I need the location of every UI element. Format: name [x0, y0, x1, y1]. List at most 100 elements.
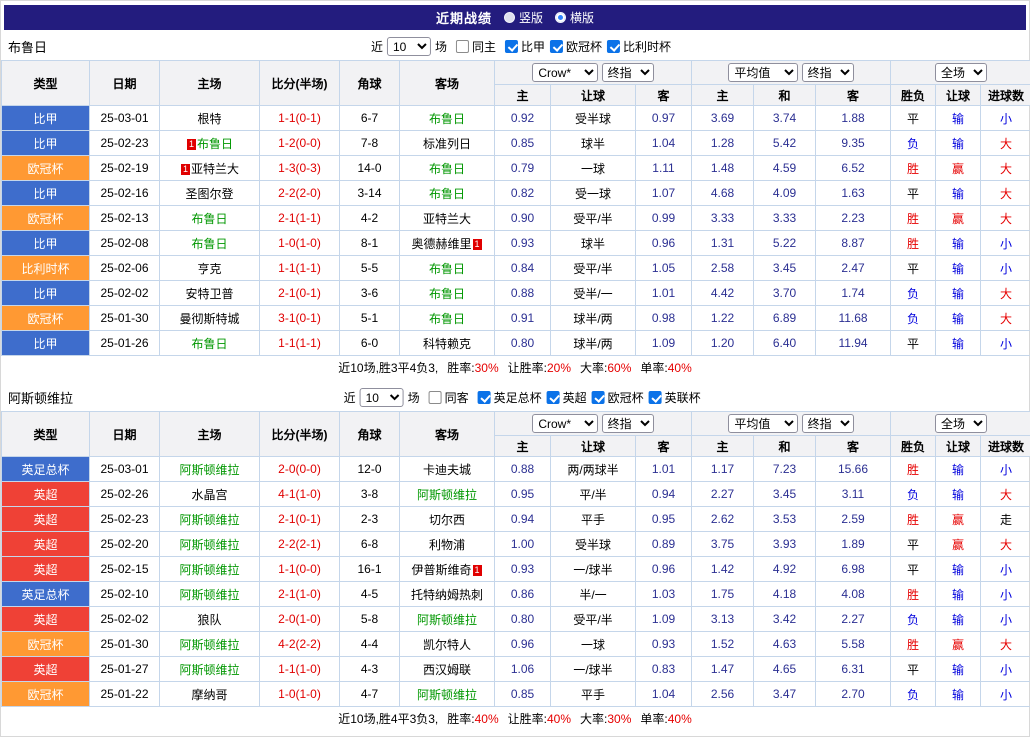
same-venue-label: 同主 [472, 38, 496, 55]
avg-final-select[interactable]: 终指 [802, 63, 854, 82]
match-count-select[interactable]: 10 [360, 388, 404, 407]
result-handicap: 输 [936, 331, 981, 356]
scope-select[interactable]: 全场 [935, 414, 987, 433]
odds-home: 0.90 [495, 206, 551, 231]
league-filter-checkbox[interactable]: 欧冠杯 [550, 38, 602, 55]
team-link: 标准列日 [423, 137, 471, 151]
match-row: 比甲25-01-26布鲁日1-1(1-1)6-0科特赖克0.80球半/两1.09… [2, 331, 1030, 356]
result-handicap: 赢 [936, 156, 981, 181]
checkbox-checked-icon[interactable] [547, 391, 560, 404]
result-goals: 小 [981, 582, 1030, 607]
col-header-result: 胜负 [891, 436, 936, 457]
odds-home: 0.96 [495, 632, 551, 657]
radio-unselected-icon[interactable] [504, 12, 515, 23]
odds-away: 0.96 [636, 231, 692, 256]
summary-stat-value: 30% [475, 361, 499, 375]
col-header-type: 类型 [2, 61, 90, 106]
corner-count: 3-6 [340, 281, 400, 306]
col-header-odds-home: 主 [495, 85, 551, 106]
radio-horizontal-layout[interactable]: 横版 [555, 9, 594, 26]
avg-home: 1.17 [692, 457, 754, 482]
match-score: 1-1(0-0) [260, 557, 340, 582]
same-venue-checkbox[interactable]: 同客 [429, 389, 469, 406]
team-band: 阿斯顿维拉 近 10 场 同客 英足总杯英超欧冠杯英联杯 [1, 384, 1029, 411]
result-handicap: 赢 [936, 206, 981, 231]
team-link: 托特纳姆热刺 [411, 588, 483, 602]
col-header-avg-draw: 和 [754, 436, 816, 457]
odds-home: 0.85 [495, 682, 551, 707]
checkbox-checked-icon[interactable] [550, 40, 563, 53]
odds-source-select[interactable]: Crow* [532, 63, 598, 82]
avg-source-select[interactable]: 平均值 [728, 414, 798, 433]
result-handicap: 输 [936, 607, 981, 632]
match-row: 英足总杯25-03-01阿斯顿维拉2-0(0-0)12-0卡迪夫城0.88两/两… [2, 457, 1030, 482]
avg-final-select[interactable]: 终指 [802, 414, 854, 433]
odds-handicap: 一/球半 [551, 657, 636, 682]
checkbox-checked-icon[interactable] [607, 40, 620, 53]
league-filter-checkbox[interactable]: 比甲 [505, 38, 545, 55]
odds-away: 0.96 [636, 557, 692, 582]
match-score: 2-1(0-1) [260, 281, 340, 306]
match-score: 2-0(1-0) [260, 607, 340, 632]
odds-away: 0.95 [636, 507, 692, 532]
avg-away: 2.47 [816, 256, 891, 281]
match-date: 25-02-20 [90, 532, 160, 557]
avg-source-select[interactable]: 平均值 [728, 63, 798, 82]
odds-home: 0.92 [495, 106, 551, 131]
match-count-select[interactable]: 10 [387, 37, 431, 56]
away-team: 亚特兰大 [400, 206, 495, 231]
league-filter-label: 欧冠杯 [608, 389, 644, 406]
avg-draw: 3.45 [754, 256, 816, 281]
odds-away: 1.09 [636, 607, 692, 632]
odds-source-select[interactable]: Crow* [532, 414, 598, 433]
league-filter-label: 比甲 [521, 38, 545, 55]
home-team: 布鲁日 [160, 231, 260, 256]
home-team: 布鲁日 [160, 331, 260, 356]
checkbox-checked-icon[interactable] [478, 391, 491, 404]
league-filter-checkbox[interactable]: 英足总杯 [478, 389, 542, 406]
league-filter-checkbox[interactable]: 英联杯 [649, 389, 701, 406]
result-outcome: 胜 [891, 507, 936, 532]
checkbox-unchecked-icon[interactable] [456, 40, 469, 53]
odds-handicap: 一球 [551, 156, 636, 181]
radio-vertical-layout[interactable]: 竖版 [504, 9, 543, 26]
scope-select[interactable]: 全场 [935, 63, 987, 82]
avg-controls: 平均值 终指 [692, 412, 891, 436]
odds-final-select[interactable]: 终指 [602, 63, 654, 82]
near-label: 近 [344, 389, 356, 406]
avg-away: 6.31 [816, 657, 891, 682]
summary-stat-label: 让胜率: [508, 712, 547, 726]
league-filter-checkbox[interactable]: 比利时杯 [607, 38, 671, 55]
checkbox-checked-icon[interactable] [505, 40, 518, 53]
checkbox-checked-icon[interactable] [592, 391, 605, 404]
result-outcome: 负 [891, 306, 936, 331]
near-label: 近 [371, 38, 383, 55]
league-filter-checkbox[interactable]: 英超 [547, 389, 587, 406]
odds-handicap: 受半球 [551, 106, 636, 131]
summary: 近10场,胜4平3负3, 胜率:40%让胜率:40%大率:30%单率:40% [1, 707, 1029, 730]
result-goals: 大 [981, 482, 1030, 507]
odds-final-select[interactable]: 终指 [602, 414, 654, 433]
avg-away: 5.58 [816, 632, 891, 657]
result-handicap: 输 [936, 281, 981, 306]
result-handicap: 输 [936, 582, 981, 607]
league-filter-checkbox[interactable]: 欧冠杯 [592, 389, 644, 406]
same-venue-checkbox[interactable]: 同主 [456, 38, 496, 55]
checkbox-unchecked-icon[interactable] [429, 391, 442, 404]
checkbox-checked-icon[interactable] [649, 391, 662, 404]
league-filter-label: 比利时杯 [623, 38, 671, 55]
home-team: 曼彻斯特城 [160, 306, 260, 331]
away-team: 布鲁日 [400, 306, 495, 331]
match-row: 欧冠杯25-01-22摩纳哥1-0(1-0)4-7阿斯顿维拉0.85平手1.04… [2, 682, 1030, 707]
team-link: 阿斯顿维拉 [179, 563, 239, 577]
scope-controls: 全场 [891, 61, 1030, 85]
league-badge: 欧冠杯 [2, 306, 90, 331]
corner-count: 4-4 [340, 632, 400, 657]
team-band: 布鲁日 近 10 场 同主 比甲欧冠杯比利时杯 [1, 33, 1029, 60]
result-goals: 小 [981, 457, 1030, 482]
league-badge: 比甲 [2, 231, 90, 256]
away-team: 科特赖克 [400, 331, 495, 356]
radio-selected-icon[interactable] [555, 12, 566, 23]
summary-stat-label: 胜率: [447, 712, 474, 726]
result-handicap: 输 [936, 657, 981, 682]
